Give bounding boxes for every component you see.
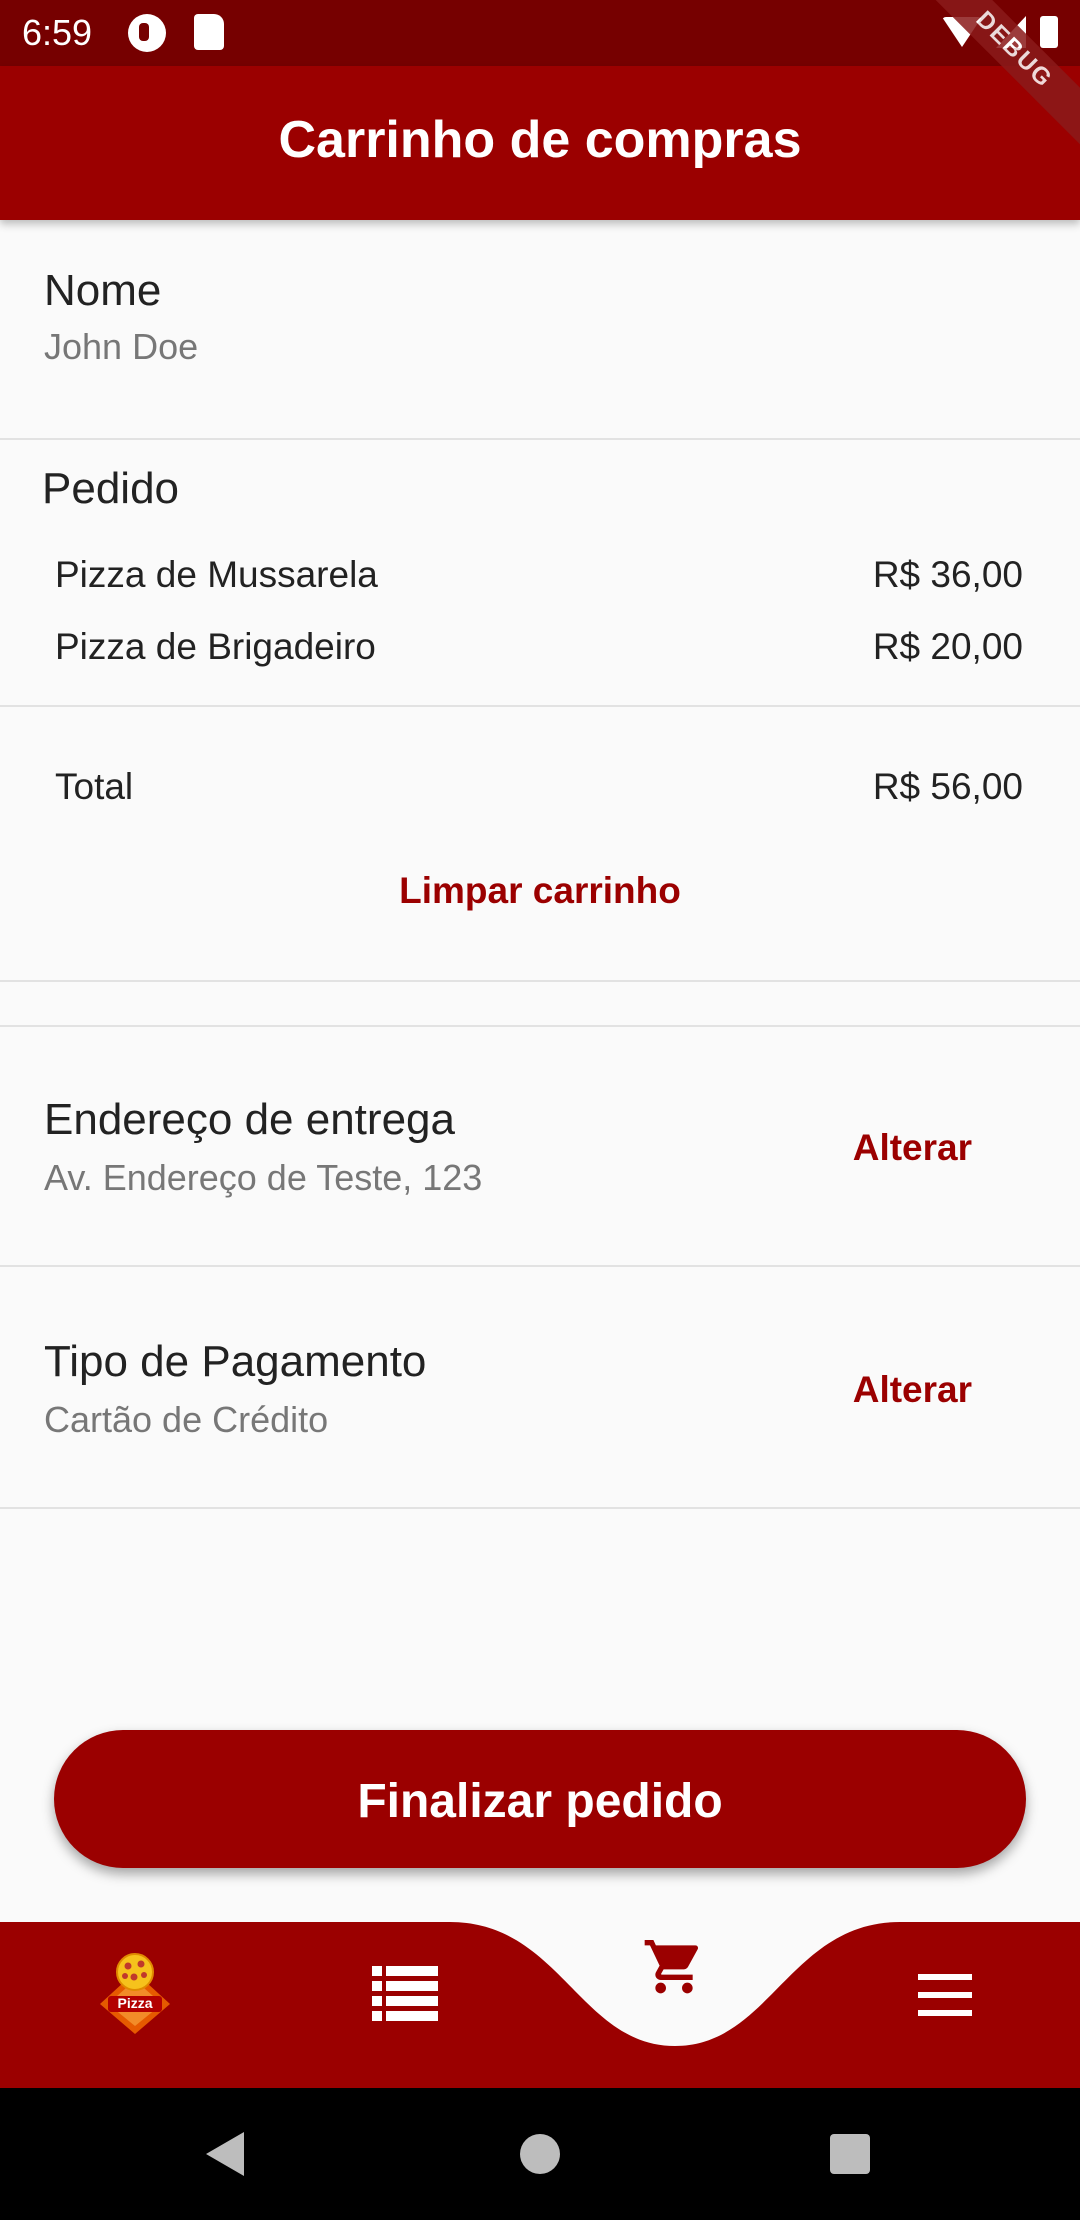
change-payment-button[interactable]: Alterar bbox=[853, 1369, 972, 1411]
clear-cart-button[interactable]: Limpar carrinho bbox=[0, 870, 1080, 912]
finish-order-button[interactable]: Finalizar pedido bbox=[54, 1730, 1026, 1868]
total-row: Total R$ 56,00 bbox=[55, 766, 1023, 816]
hamburger-menu-icon[interactable] bbox=[918, 1974, 972, 2016]
system-navigation-bar bbox=[0, 2088, 1080, 2220]
order-item-name: Pizza de Brigadeiro bbox=[55, 626, 376, 667]
order-item-price: R$ 36,00 bbox=[872, 554, 1023, 595]
cart-icon[interactable] bbox=[642, 1934, 706, 1994]
total-label: Total bbox=[55, 766, 134, 807]
recent-apps-icon[interactable] bbox=[830, 2134, 870, 2174]
total-value: R$ 56,00 bbox=[872, 766, 1023, 807]
home-icon[interactable] bbox=[520, 2134, 560, 2174]
back-icon[interactable] bbox=[206, 2132, 244, 2176]
change-address-button[interactable]: Alterar bbox=[853, 1127, 972, 1169]
payment-label: Tipo de Pagamento bbox=[44, 1337, 427, 1386]
notification-icon bbox=[128, 14, 166, 52]
customer-name-value: John Doe bbox=[44, 326, 199, 367]
menu-list-icon[interactable] bbox=[372, 1966, 438, 2022]
order-item-name: Pizza de Mussarela bbox=[55, 554, 378, 595]
app-bar: Carrinho de compras bbox=[0, 66, 1080, 220]
order-item: Pizza de Brigadeiro R$ 20,00 bbox=[55, 626, 1023, 676]
order-section: Pedido Pizza de Mussarela R$ 36,00 Pizza… bbox=[0, 442, 1080, 707]
address-section[interactable]: Endereço de entrega Av. Endereço de Test… bbox=[0, 1027, 1080, 1267]
status-bar: 6:59 bbox=[0, 0, 1080, 66]
pizza-logo-icon[interactable]: Pizza bbox=[98, 1950, 172, 2034]
order-item: Pizza de Mussarela R$ 36,00 bbox=[55, 554, 1023, 604]
battery-icon bbox=[1040, 16, 1058, 48]
order-item-price: R$ 20,00 bbox=[872, 626, 1023, 667]
finish-order-label: Finalizar pedido bbox=[357, 1775, 723, 1828]
logo-text: Pizza bbox=[117, 1995, 152, 2011]
payment-section[interactable]: Tipo de Pagamento Cartão de Crédito Alte… bbox=[0, 1269, 1080, 1509]
sd-card-icon bbox=[194, 14, 224, 50]
customer-name-label: Nome bbox=[44, 266, 162, 315]
bottom-navigation: Pizza bbox=[0, 1922, 1080, 2088]
status-time: 6:59 bbox=[22, 12, 93, 53]
address-value: Av. Endereço de Teste, 123 bbox=[44, 1157, 483, 1198]
address-label: Endereço de entrega bbox=[44, 1095, 455, 1144]
page-title: Carrinho de compras bbox=[278, 111, 802, 169]
customer-section: Nome John Doe bbox=[0, 220, 1080, 440]
payment-value: Cartão de Crédito bbox=[44, 1399, 329, 1440]
total-section: Total R$ 56,00 Limpar carrinho bbox=[0, 708, 1080, 982]
order-label: Pedido bbox=[42, 464, 180, 513]
